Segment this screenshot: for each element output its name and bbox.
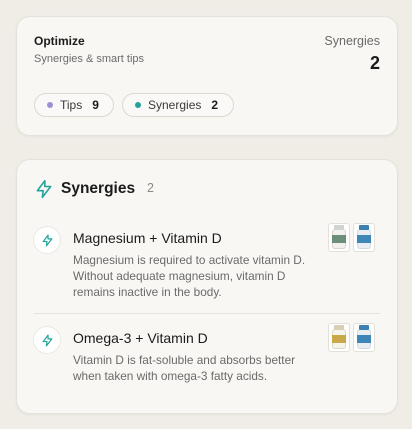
synergies-section-title: Synergies: [61, 180, 136, 197]
synergies-pill-label: Synergies: [148, 98, 202, 112]
magnesium-bottle-image[interactable]: [328, 223, 350, 252]
item-divider: [34, 313, 380, 314]
product-thumbnails: [328, 223, 375, 252]
synergies-dot-icon: [135, 102, 141, 108]
tips-pill-label: Tips: [60, 98, 83, 112]
synergies-filter-pill[interactable]: Synergies 2: [122, 93, 234, 117]
vitamin-d-bottle-image[interactable]: [353, 323, 375, 352]
lightning-icon: [36, 179, 52, 199]
synergy-item-icon: [33, 226, 61, 254]
product-thumbnails: [328, 323, 375, 352]
optimize-summary-card: Optimize Synergies & smart tips Synergie…: [16, 16, 398, 136]
lightning-icon: [42, 333, 52, 347]
synergy-item[interactable]: Omega-3 + Vitamin D Vitamin D is fat-sol…: [17, 323, 397, 392]
synergy-item[interactable]: Magnesium + Vitamin D Magnesium is requi…: [17, 223, 397, 314]
omega-3-bottle-image[interactable]: [328, 323, 350, 352]
synergy-item-description: Vitamin D is fat-soluble and absorbs bet…: [73, 353, 296, 384]
synergy-item-title: Magnesium + Vitamin D: [73, 230, 222, 246]
tips-dot-icon: [47, 102, 53, 108]
synergies-card: Synergies 2 Magnesium + Vitamin D Magnes…: [16, 159, 398, 414]
synergies-pill-count: 2: [211, 98, 219, 112]
vitamin-d-bottle-image[interactable]: [353, 223, 375, 252]
optimize-subtitle: Synergies & smart tips: [34, 53, 145, 65]
lightning-icon: [42, 233, 52, 247]
optimize-title: Optimize: [34, 34, 85, 48]
synergy-item-icon: [33, 326, 61, 354]
tips-pill-count: 9: [92, 98, 99, 112]
synergy-item-title: Omega-3 + Vitamin D: [73, 330, 208, 346]
synergies-stat-label: Synergies: [324, 34, 380, 48]
synergies-stat-value: 2: [369, 53, 380, 73]
tips-filter-pill[interactable]: Tips 9: [34, 93, 114, 117]
synergies-section-count: 2: [147, 181, 154, 195]
synergy-item-description: Magnesium is required to activate vitami…: [73, 253, 306, 300]
